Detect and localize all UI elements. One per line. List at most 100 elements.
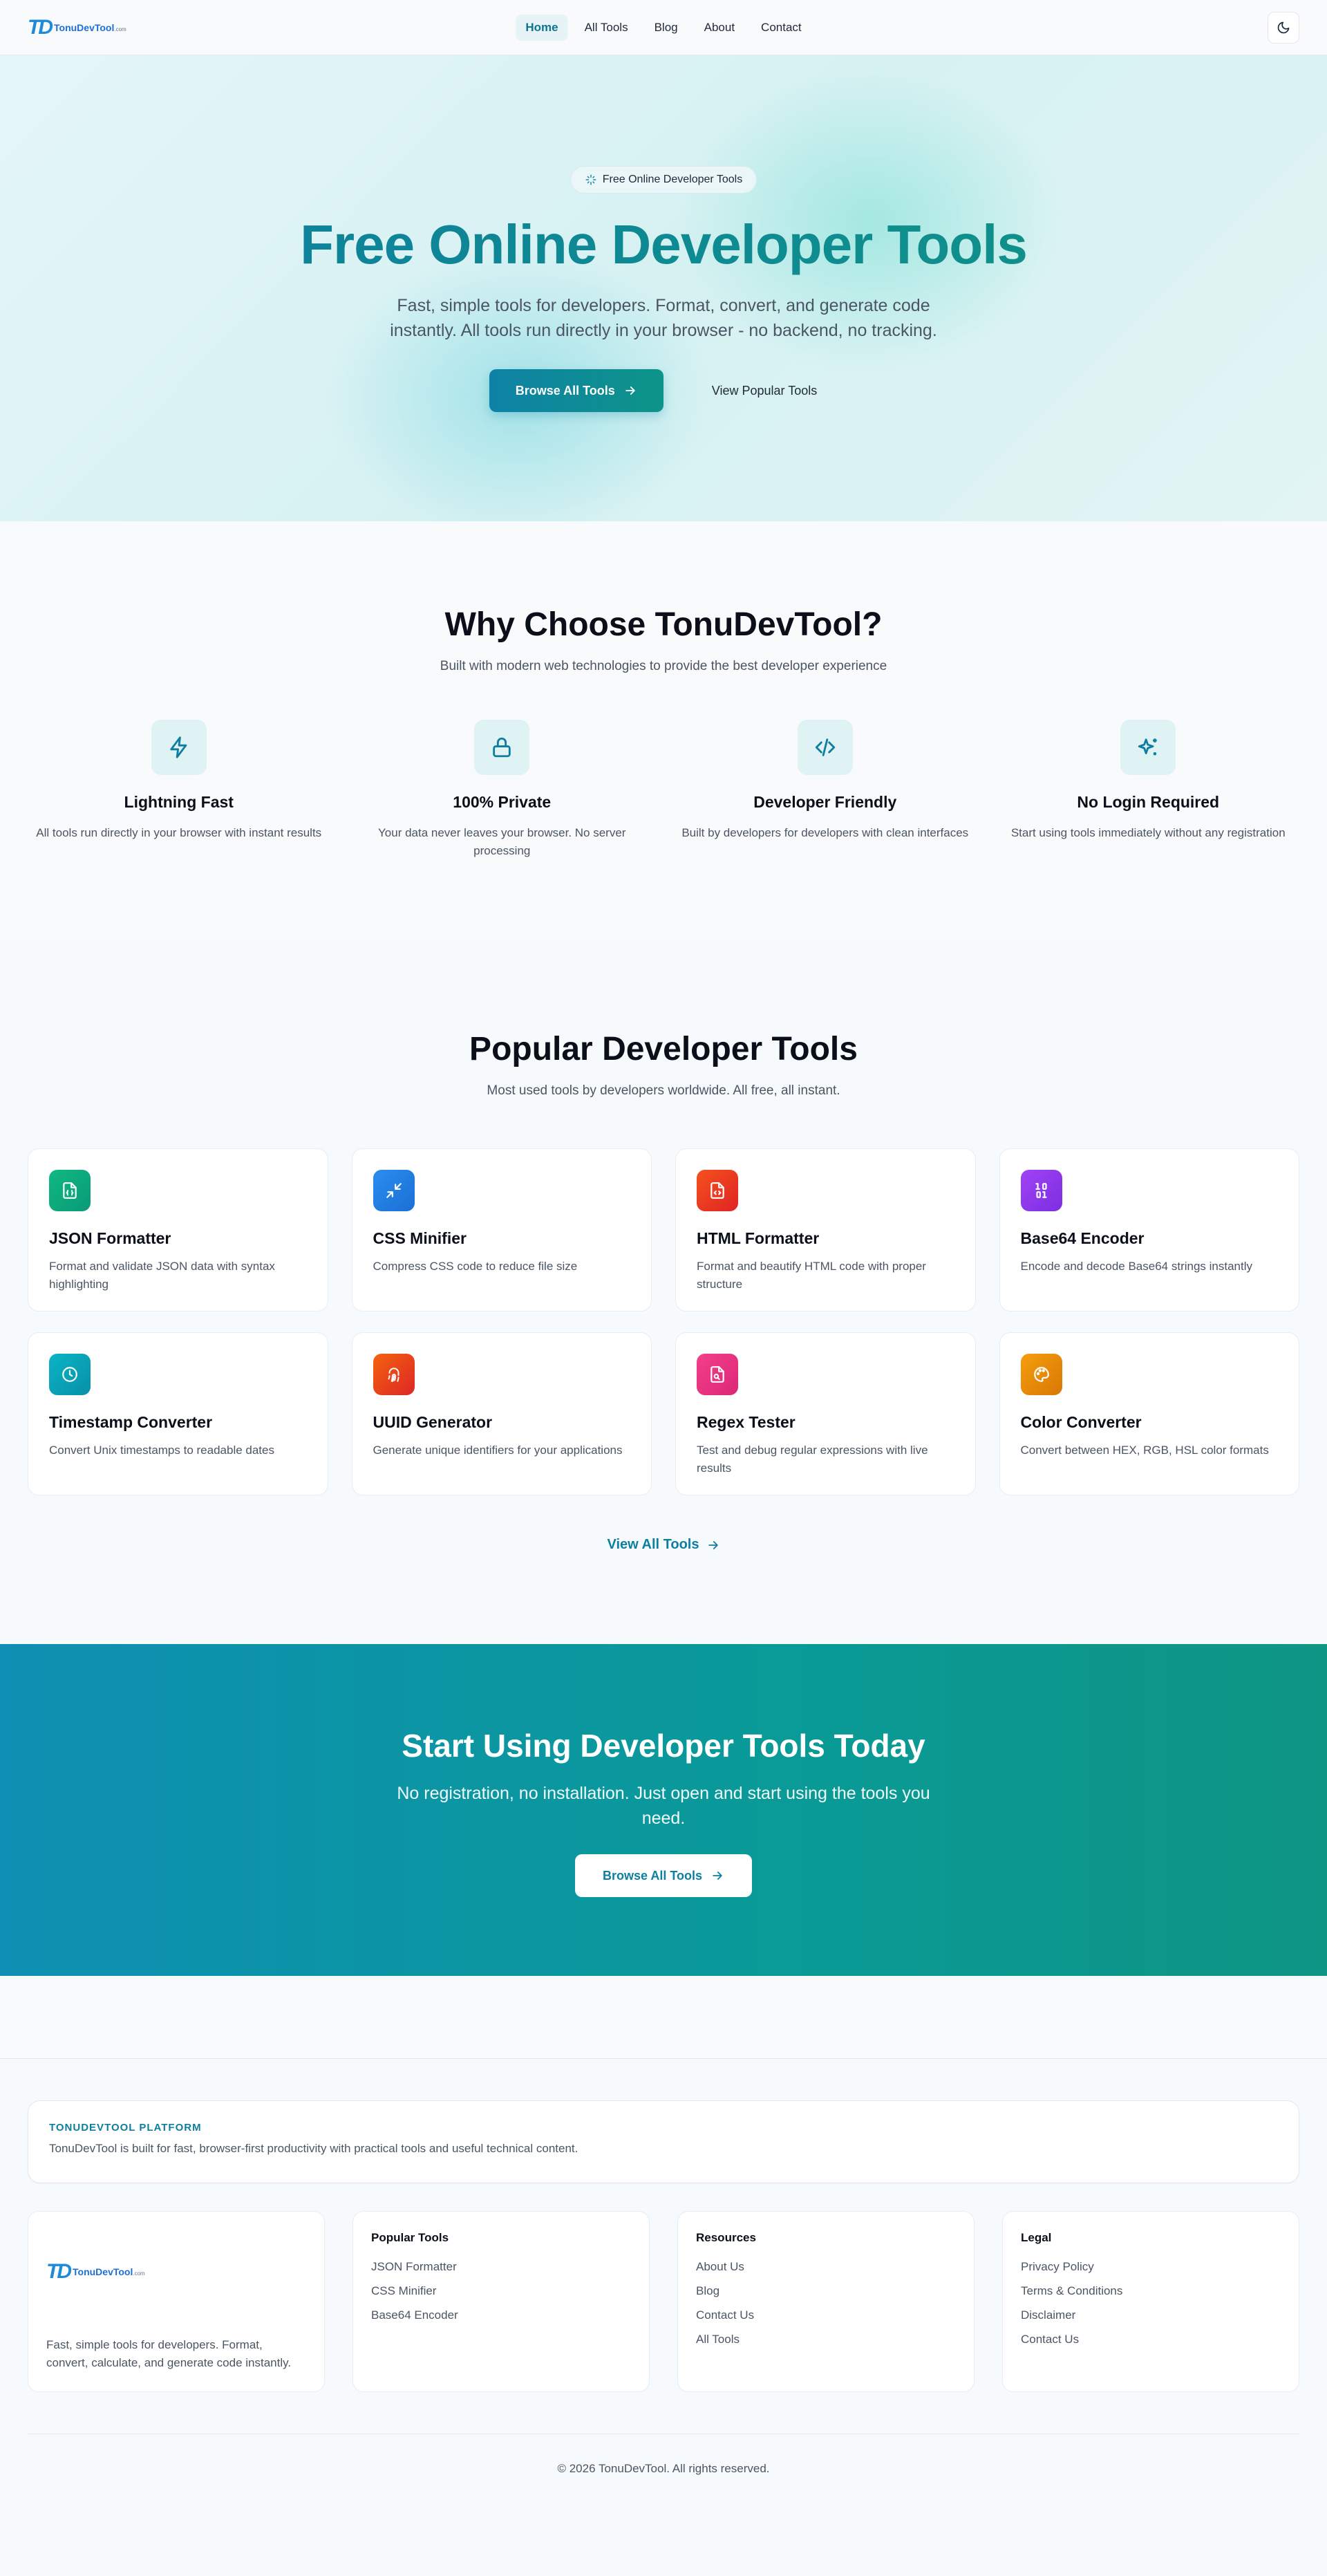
view-all-tools-link[interactable]: View All Tools: [608, 1537, 720, 1553]
footer-logo[interactable]: TD TonuDevTool.com: [46, 2261, 306, 2282]
tool-desc: Generate unique identifiers for your app…: [373, 1444, 623, 1457]
file-search-icon: [710, 1366, 724, 1383]
logo-mark: TD: [28, 15, 53, 39]
sparkles-icon: [585, 174, 596, 185]
top-nav: TD TonuDevTool.com Home All Tools Blog A…: [0, 0, 1327, 55]
popular-title: Popular Developer Tools: [469, 1031, 858, 1067]
tool-title: Timestamp Converter: [49, 1413, 213, 1431]
tool-desc: Format and validate JSON data with synta…: [49, 1260, 275, 1291]
footer-link[interactable]: JSON Formatter: [371, 2255, 631, 2279]
tool-card-base64-encoder[interactable]: Base64 Encoder Encode and decode Base64 …: [999, 1148, 1299, 1312]
arrow-right-icon: [625, 386, 635, 395]
hero-section: Free Online Developer Tools Free Online …: [0, 55, 1327, 521]
feature-title: No Login Required: [1077, 793, 1220, 811]
arrow-right-icon: [708, 1540, 718, 1549]
footer-link[interactable]: All Tools: [696, 2327, 956, 2351]
tool-desc: Convert between HEX, RGB, HSL color form…: [1020, 1444, 1269, 1457]
browse-all-tools-button[interactable]: Browse All Tools: [489, 369, 664, 412]
tool-card-json-formatter[interactable]: JSON Formatter Format and validate JSON …: [28, 1148, 328, 1312]
tool-icon-box: [373, 1170, 415, 1211]
logo-suffix: .com: [133, 2270, 145, 2277]
hero-badge: Free Online Developer Tools: [570, 166, 757, 194]
footer-brand-desc: Fast, simple tools for developers. Forma…: [46, 2338, 292, 2369]
footer-link[interactable]: Terms & Conditions: [1021, 2279, 1281, 2303]
lightning-icon: [170, 736, 187, 758]
tool-title: Color Converter: [1020, 1413, 1142, 1431]
cta-title: Start Using Developer Tools Today: [402, 1728, 925, 1764]
footer-col-popular-tools: Popular Tools JSON Formatter CSS Minifie…: [352, 2211, 650, 2392]
tool-title: HTML Formatter: [697, 1229, 820, 1247]
tool-grid: JSON Formatter Format and validate JSON …: [0, 1148, 1327, 1495]
feature-title: Developer Friendly: [753, 793, 897, 811]
footer-link[interactable]: Contact Us: [696, 2303, 956, 2327]
feature-icon-box: [797, 720, 853, 775]
footer-link[interactable]: CSS Minifier: [371, 2279, 631, 2303]
tool-card-css-minifier[interactable]: CSS Minifier Compress CSS code to reduce…: [351, 1148, 652, 1312]
feature-item: No Login Required Start using tools imme…: [997, 720, 1300, 860]
footer-col-title: Popular Tools: [371, 2231, 449, 2244]
footer-link[interactable]: Contact Us: [1021, 2327, 1281, 2351]
tool-icon-box: [49, 1170, 91, 1211]
feature-desc: Your data never leaves your browser. No …: [378, 826, 626, 857]
feature-desc: Built by developers for developers with …: [681, 826, 969, 839]
footer-link[interactable]: Blog: [696, 2279, 956, 2303]
theme-toggle-button[interactable]: [1268, 11, 1299, 44]
tool-icon-box: [49, 1354, 91, 1395]
file-json-icon: [63, 1182, 77, 1199]
site-logo[interactable]: TD TonuDevTool.com: [28, 17, 126, 38]
tool-icon-box: [373, 1354, 415, 1395]
nav-blog[interactable]: Blog: [645, 15, 688, 41]
lock-icon: [493, 737, 511, 758]
tool-desc: Test and debug regular expressions with …: [697, 1444, 928, 1475]
cta-section: Start Using Developer Tools Today No reg…: [0, 1644, 1327, 1976]
tool-icon-box: [1020, 1170, 1062, 1211]
nav-all-tools[interactable]: All Tools: [575, 15, 638, 41]
footer-link[interactable]: Base64 Encoder: [371, 2303, 631, 2327]
feature-item: 100% Private Your data never leaves your…: [351, 720, 654, 860]
nav-contact[interactable]: Contact: [751, 15, 811, 41]
tool-card-uuid-generator[interactable]: UUID Generator Generate unique identifie…: [351, 1332, 652, 1495]
hero-badge-label: Free Online Developer Tools: [602, 174, 743, 185]
view-popular-tools-button[interactable]: View Popular Tools: [691, 369, 838, 412]
view-all-tools-label: View All Tools: [607, 1537, 699, 1552]
feature-item: Developer Friendly Built by developers f…: [674, 720, 977, 860]
nav-home[interactable]: Home: [516, 14, 568, 41]
logo-text: TonuDevTool.com: [54, 22, 126, 33]
footer-link[interactable]: About Us: [696, 2255, 956, 2279]
tool-icon-box: [1020, 1354, 1062, 1395]
footer-link[interactable]: Disclaimer: [1021, 2303, 1281, 2327]
cta-browse-all-tools-button[interactable]: Browse All Tools: [574, 1854, 753, 1897]
tool-card-color-converter[interactable]: Color Converter Convert between HEX, RGB…: [999, 1332, 1299, 1495]
palette-icon: [1033, 1367, 1049, 1382]
tool-card-timestamp-converter[interactable]: Timestamp Converter Convert Unix timesta…: [28, 1332, 328, 1495]
tool-desc: Format and beautify HTML code with prope…: [697, 1260, 926, 1291]
footer-link[interactable]: Privacy Policy: [1021, 2255, 1281, 2279]
feature-item: Lightning Fast All tools run directly in…: [28, 720, 330, 860]
tool-desc: Compress CSS code to reduce file size: [373, 1260, 578, 1273]
tool-card-regex-tester[interactable]: Regex Tester Test and debug regular expr…: [675, 1332, 976, 1495]
site-footer: TONUDEVTOOL PLATFORM TonuDevTool is buil…: [0, 2059, 1327, 2576]
browse-all-tools-label: Browse All Tools: [515, 383, 615, 398]
arrow-right-icon: [713, 1872, 722, 1880]
main-nav: Home All Tools Blog About Contact: [516, 14, 811, 41]
hero-subtitle: Fast, simple tools for developers. Forma…: [390, 296, 937, 340]
code-icon: [815, 738, 835, 756]
feature-desc: Start using tools immediately without an…: [1010, 826, 1286, 839]
hero-title: Free Online Developer Tools: [0, 213, 1327, 277]
tool-title: CSS Minifier: [373, 1229, 467, 1247]
feature-icon-box: [151, 720, 207, 775]
clock-icon: [62, 1367, 77, 1382]
why-title: Why Choose TonuDevTool?: [444, 606, 883, 643]
why-subtitle: Built with modern web technologies to pr…: [440, 659, 887, 673]
platform-label: TONUDEVTOOL PLATFORM: [49, 2122, 202, 2134]
sparkles-icon: [1138, 738, 1157, 756]
footer-columns: TD TonuDevTool.com Fast, simple tools fo…: [28, 2211, 1299, 2392]
tool-desc: Convert Unix timestamps to readable date…: [49, 1444, 274, 1457]
feature-icon-box: [474, 720, 530, 775]
tool-card-html-formatter[interactable]: HTML Formatter Format and beautify HTML …: [675, 1148, 976, 1312]
nav-about[interactable]: About: [695, 15, 744, 41]
file-code-icon: [710, 1182, 724, 1199]
logo-text: TonuDevTool.com: [73, 2266, 145, 2277]
minimize-icon: [386, 1183, 402, 1198]
cta-subtitle: No registration, no installation. Just o…: [397, 1784, 930, 1828]
